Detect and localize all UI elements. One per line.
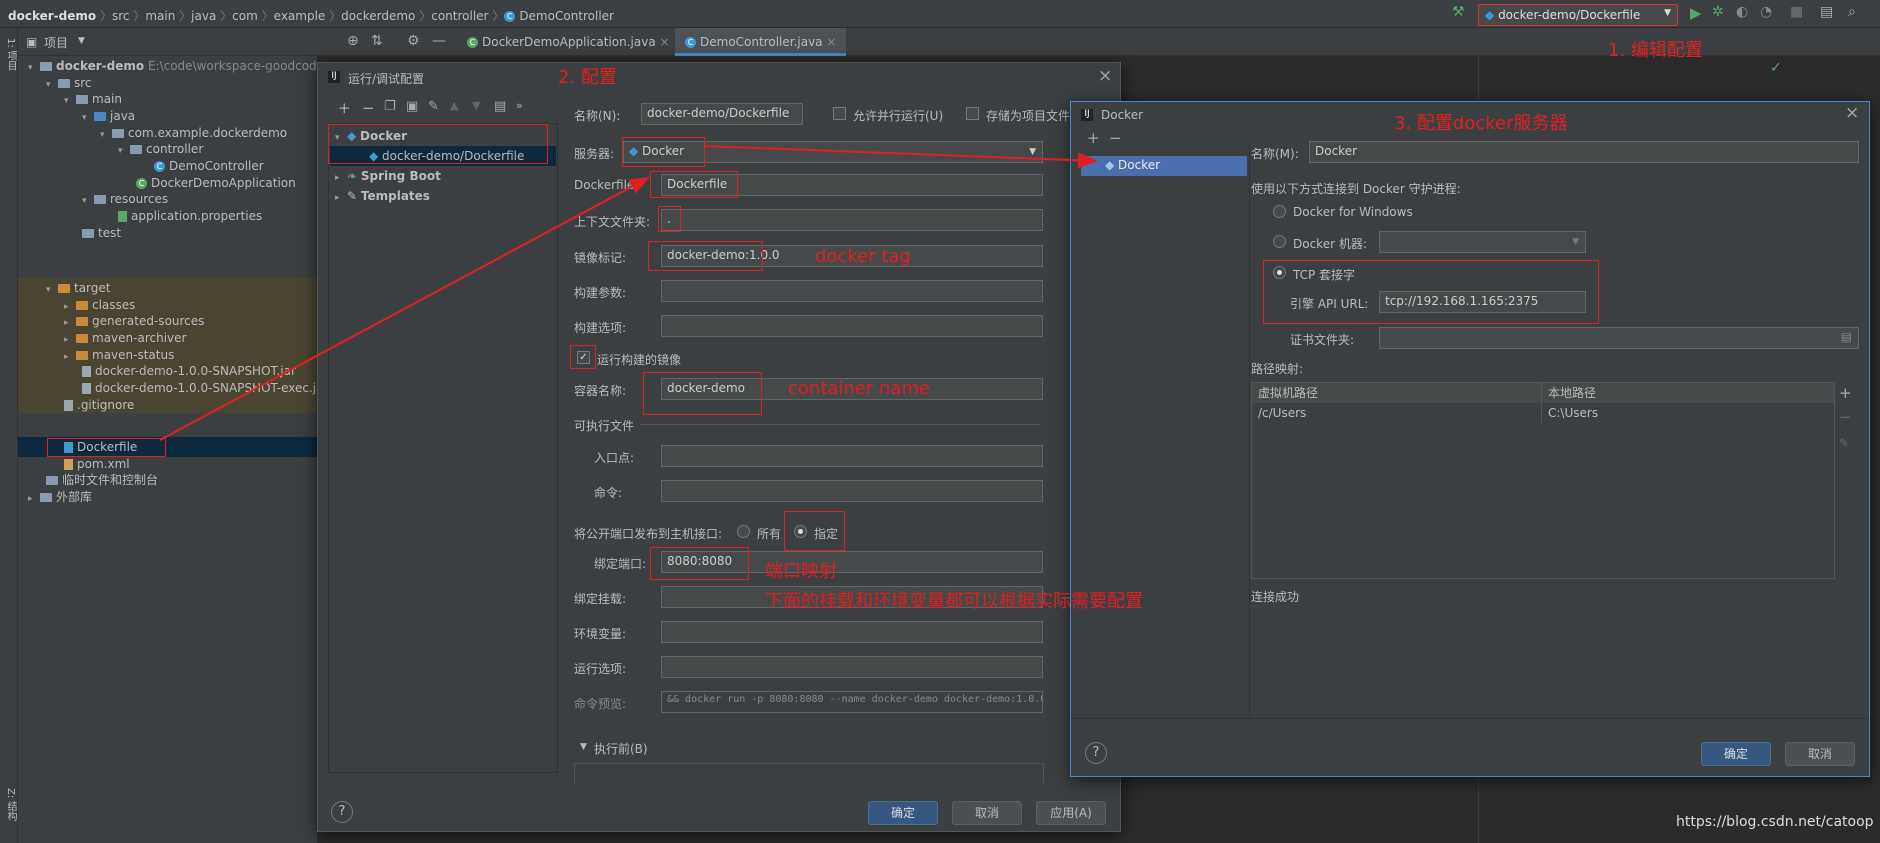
- arrow-dockerfile: [159, 177, 650, 441]
- annotation-arrows: [159, 145, 1098, 441]
- annotation-container-name: container name: [788, 378, 931, 399]
- annotation-step-1: 1. 编辑配置: [1608, 40, 1703, 61]
- annotation-step-2: 2. 配置: [558, 67, 617, 88]
- watermark: https://blog.csdn.net/catoop: [1676, 814, 1874, 830]
- arrow-server: [704, 145, 1098, 169]
- annotation-docker-tag: docker tag: [815, 246, 911, 267]
- annotation-port-mapping: 端口映射: [765, 561, 837, 582]
- annotation-step-3: 3. 配置docker服务器: [1394, 113, 1568, 134]
- annotation-note: 下面的挂载和环境变量都可以根据实际需要配置: [765, 591, 1143, 612]
